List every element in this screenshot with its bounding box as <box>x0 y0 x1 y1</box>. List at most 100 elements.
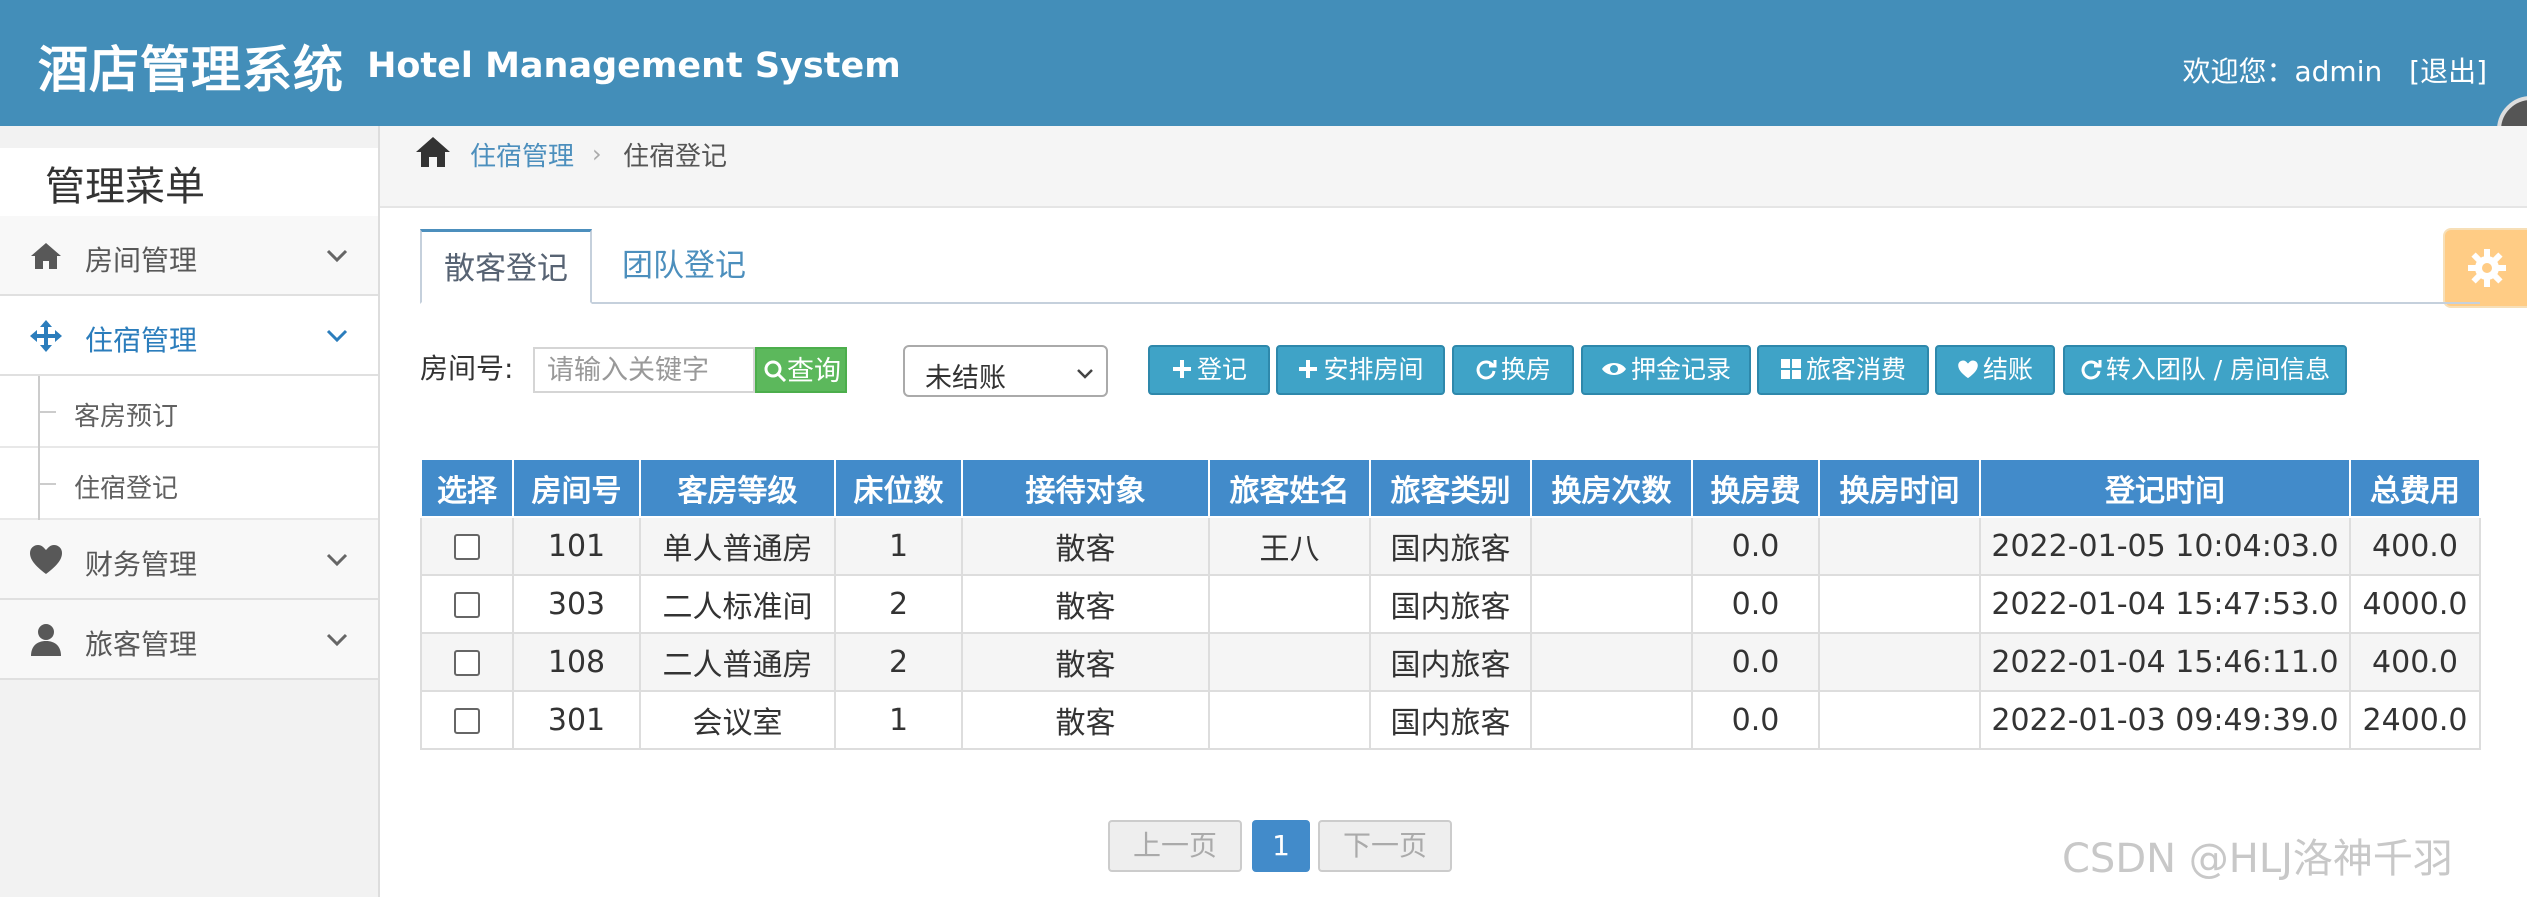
column-header: 接待对象 <box>961 458 1210 518</box>
deposit-records-button[interactable]: 押金记录 <box>1581 345 1751 395</box>
sidebar: 管理菜单 房间管理 住宿管理 客房预订 住宿登记 财务管理 旅客管理 <box>0 126 380 897</box>
home-icon[interactable] <box>414 134 452 170</box>
chevron-down-icon <box>326 249 348 263</box>
column-header: 客房等级 <box>639 458 836 518</box>
table-cell <box>1818 574 1981 634</box>
table-cell: 散客 <box>961 690 1210 750</box>
select-cell <box>420 690 514 750</box>
logout-link[interactable]: [退出] <box>2409 55 2487 88</box>
table-cell: 2022-01-05 10:04:03.0 <box>1979 516 2351 576</box>
checkout-button[interactable]: 结账 <box>1935 345 2055 395</box>
settings-button[interactable] <box>2443 228 2527 308</box>
table-cell <box>1530 516 1693 576</box>
next-page-button[interactable]: 下一页 <box>1318 820 1452 872</box>
app-title-cn: 酒店管理系统 <box>38 41 344 99</box>
select-cell <box>420 632 514 692</box>
breadcrumb-separator-icon: › <box>592 140 602 168</box>
checkout-status-select[interactable]: 未结账 <box>903 345 1108 397</box>
column-header: 换房次数 <box>1530 458 1693 518</box>
sidebar-subitem-label: 客房预订 <box>74 402 179 432</box>
brand: 酒店管理系统 Hotel Management System <box>38 30 901 102</box>
table-cell <box>1818 632 1981 692</box>
sidebar-subitem-check-in-registration[interactable]: 住宿登记 <box>0 448 378 520</box>
row-checkbox[interactable] <box>454 708 480 734</box>
chevron-down-icon <box>1077 369 1093 379</box>
refresh-icon <box>1476 360 1497 380</box>
change-room-button[interactable]: 换房 <box>1452 345 1574 395</box>
sidebar-title: 管理菜单 <box>0 148 378 216</box>
query-button[interactable]: 查询 <box>755 347 847 393</box>
registration-table: 选择 房间号 客房等级 床位数 接待对象 旅客姓名 旅客类别 换房次数 换房费 … <box>420 458 2481 750</box>
column-header: 总费用 <box>2349 458 2481 518</box>
sidebar-item-guest-management[interactable]: 旅客管理 <box>0 600 378 680</box>
prev-page-button[interactable]: 上一页 <box>1108 820 1242 872</box>
table-cell: 400.0 <box>2349 632 2481 692</box>
table-cell: 1 <box>834 690 963 750</box>
table-row[interactable]: 303 二人标准间 2 散客 国内旅客 0.0 2022-01-04 15:47… <box>420 574 2481 634</box>
table-cell: 4000.0 <box>2349 574 2481 634</box>
heart-icon <box>1958 360 1978 379</box>
table-cell <box>1530 632 1693 692</box>
action-label: 押金记录 <box>1630 355 1731 384</box>
sidebar-item-label: 旅客管理 <box>85 628 198 661</box>
user-box: 欢迎您：admin [退出] <box>2183 50 2488 90</box>
table-cell <box>1208 690 1371 750</box>
table-cell: 散客 <box>961 516 1210 576</box>
search-icon <box>764 360 787 382</box>
sidebar-item-label: 房间管理 <box>85 244 198 277</box>
table-row[interactable]: 301 会议室 1 散客 国内旅客 0.0 2022-01-03 09:49:3… <box>420 690 2481 750</box>
table-row[interactable]: 101 单人普通房 1 散客 王八 国内旅客 0.0 2022-01-05 10… <box>420 516 2481 576</box>
table-cell <box>1818 516 1981 576</box>
tab-group-registration[interactable]: 团队登记 <box>606 229 762 304</box>
table-cell: 2 <box>834 574 963 634</box>
breadcrumb-parent-link[interactable]: 住宿管理 <box>470 136 574 173</box>
sidebar-item-accommodation-management[interactable]: 住宿管理 <box>0 296 378 376</box>
table-cell: 国内旅客 <box>1369 516 1532 576</box>
refresh-icon <box>2081 360 2102 380</box>
row-checkbox[interactable] <box>454 592 480 618</box>
row-checkbox[interactable] <box>454 650 480 676</box>
chevron-down-icon <box>326 553 348 567</box>
checkout-status-value: 未结账 <box>925 363 1006 394</box>
table-cell: 101 <box>512 516 641 576</box>
sidebar-subitem-room-booking[interactable]: 客房预订 <box>0 376 378 448</box>
column-header: 换房费 <box>1691 458 1820 518</box>
watermark-text: CSDN @HLJ洛神千羽 <box>2062 836 2453 882</box>
row-checkbox[interactable] <box>454 534 480 560</box>
table-cell: 108 <box>512 632 641 692</box>
action-label: 安排房间 <box>1323 355 1424 384</box>
room-search-input[interactable] <box>533 347 755 393</box>
chevron-down-icon <box>326 633 348 647</box>
table-cell: 国内旅客 <box>1369 690 1532 750</box>
table-cell <box>1530 690 1693 750</box>
transfer-to-group-button[interactable]: 转入团队 / 房间信息 <box>2063 345 2347 395</box>
move-icon <box>30 320 62 352</box>
table-cell: 0.0 <box>1691 632 1820 692</box>
table-cell: 散客 <box>961 574 1210 634</box>
sidebar-item-finance-management[interactable]: 财务管理 <box>0 520 378 600</box>
action-label: 换房 <box>1500 355 1551 384</box>
table-cell <box>1208 632 1371 692</box>
welcome-text: 欢迎您：admin <box>2182 55 2383 88</box>
column-header: 换房时间 <box>1818 458 1981 518</box>
home-icon <box>31 243 61 269</box>
tree-dash <box>38 411 56 413</box>
table-row[interactable]: 108 二人普通房 2 散客 国内旅客 0.0 2022-01-04 15:46… <box>420 632 2481 692</box>
table-cell: 二人标准间 <box>639 574 836 634</box>
current-page-button[interactable]: 1 <box>1252 820 1310 872</box>
guest-consumption-button[interactable]: 旅客消费 <box>1757 345 1929 395</box>
select-cell <box>420 574 514 634</box>
heart-icon <box>30 545 62 574</box>
eye-icon <box>1601 363 1626 375</box>
plus-icon <box>1299 360 1318 378</box>
tab-walk-in-registration[interactable]: 散客登记 <box>420 229 592 304</box>
table-cell: 会议室 <box>639 690 836 750</box>
table-header-row: 选择 房间号 客房等级 床位数 接待对象 旅客姓名 旅客类别 换房次数 换房费 … <box>420 458 2481 518</box>
table-cell: 2022-01-04 15:47:53.0 <box>1979 574 2351 634</box>
sidebar-item-room-management[interactable]: 房间管理 <box>0 216 378 296</box>
table-cell: 单人普通房 <box>639 516 836 576</box>
table-cell: 0.0 <box>1691 690 1820 750</box>
register-button[interactable]: 登记 <box>1148 345 1270 395</box>
column-header: 选择 <box>420 458 514 518</box>
arrange-room-button[interactable]: 安排房间 <box>1276 345 1445 395</box>
